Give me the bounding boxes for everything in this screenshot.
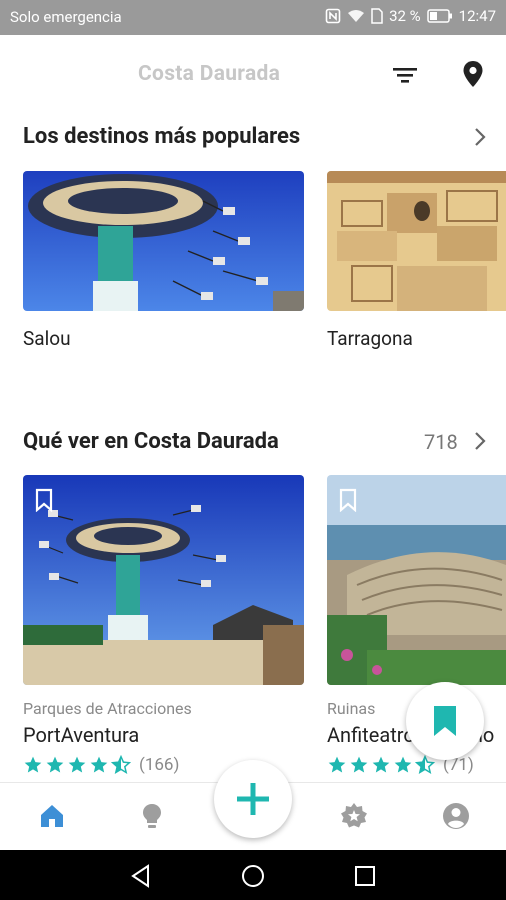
popular-chevron-right-icon[interactable] — [472, 126, 488, 148]
tarragona-label[interactable]: Tarragona — [327, 327, 413, 350]
portaventura-review-count: (166) — [139, 755, 180, 775]
see-section-title: Qué ver en Costa Daurada — [23, 429, 279, 454]
star-full-icon — [90, 756, 108, 773]
time-text: 12:47 — [458, 7, 496, 25]
see-count[interactable]: 718 — [424, 430, 458, 454]
filter-icon[interactable] — [390, 62, 420, 88]
recents-icon[interactable] — [352, 863, 378, 889]
portaventura-bookmark-icon[interactable] — [34, 488, 54, 512]
portaventura-category: Parques de Atracciones — [23, 699, 192, 718]
status-right: 32 % 12:47 — [325, 7, 496, 25]
salou-photo — [23, 171, 304, 311]
badge-icon[interactable] — [339, 801, 369, 831]
tarragona-photo — [327, 171, 506, 311]
battery-icon — [426, 9, 452, 23]
portaventura-rating: (166) — [23, 755, 179, 775]
add-button[interactable] — [214, 760, 292, 838]
status-bar: Solo emergencia 32 % 12:47 — [0, 0, 506, 35]
star-full-icon — [328, 756, 346, 773]
app-title: Costa Daurada — [138, 62, 281, 86]
home-circle-icon[interactable] — [240, 863, 266, 889]
see-chevron-right-icon[interactable] — [472, 430, 488, 452]
add-icon — [237, 783, 269, 815]
anfiteatro-category: Ruinas — [327, 699, 376, 718]
sim-icon — [371, 8, 383, 24]
portaventura-name[interactable]: PortAventura — [23, 723, 139, 747]
wifi-icon — [348, 10, 365, 22]
salou-image[interactable] — [23, 171, 304, 311]
anfiteatro-bookmark-icon[interactable] — [338, 488, 358, 512]
home-icon[interactable] — [37, 801, 67, 831]
nfc-icon — [325, 8, 341, 24]
back-icon[interactable] — [128, 863, 154, 889]
location-pin-icon[interactable] — [460, 59, 486, 89]
system-navigation-bar — [0, 850, 506, 900]
bookmark-filled-icon — [434, 706, 456, 736]
battery-text: 32 % — [389, 7, 421, 25]
saved-bookmark-button[interactable] — [406, 682, 484, 760]
popular-section-title: Los destinos más populares — [23, 124, 301, 149]
portaventura-image[interactable] — [23, 475, 304, 685]
star-full-icon — [24, 756, 42, 773]
tarragona-image[interactable] — [327, 171, 506, 311]
star-full-icon — [46, 756, 64, 773]
star-full-icon — [372, 756, 390, 773]
star-full-icon — [394, 756, 412, 773]
app-bar: Costa Daurada — [0, 35, 506, 113]
star-full-icon — [68, 756, 86, 773]
star-full-icon — [350, 756, 368, 773]
profile-icon[interactable] — [441, 801, 471, 831]
lightbulb-icon[interactable] — [137, 801, 167, 831]
star-half-icon — [111, 755, 131, 775]
salou-label[interactable]: Salou — [23, 327, 71, 350]
carrier-text: Solo emergencia — [10, 8, 122, 26]
portaventura-photo — [23, 475, 304, 685]
